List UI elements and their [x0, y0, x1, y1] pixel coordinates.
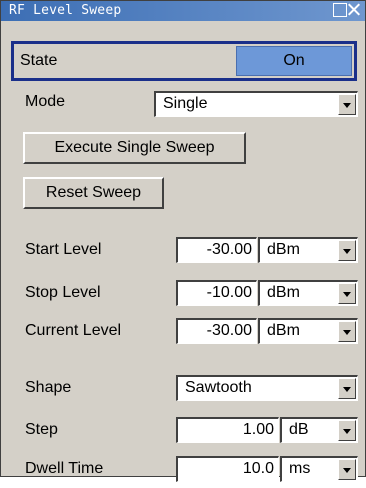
current-level-unit-select[interactable]: dBm — [258, 318, 358, 344]
dwell-time-unit-select[interactable]: ms — [280, 456, 358, 482]
step-unit: dB — [289, 421, 309, 438]
stop-level-unit-select[interactable]: dBm — [258, 280, 358, 306]
mode-value: Single — [163, 95, 208, 112]
start-level-unit-select[interactable]: dBm — [258, 237, 358, 263]
title-bar[interactable]: RF Level Sweep — [1, 1, 365, 21]
shape-select[interactable]: Sawtooth — [176, 375, 358, 401]
state-label: State — [20, 52, 58, 69]
state-row: State On — [11, 41, 357, 81]
step-unit-select[interactable]: dB — [280, 417, 358, 443]
close-icon[interactable] — [348, 3, 362, 17]
step-label: Step — [25, 421, 58, 438]
rf-level-sweep-window: RF Level Sweep State On Mode Single Exec… — [0, 0, 366, 482]
chevron-down-icon[interactable] — [338, 321, 356, 342]
window-title: RF Level Sweep — [9, 3, 122, 18]
reset-sweep-button[interactable]: Reset Sweep — [23, 177, 164, 209]
stop-level-input[interactable]: -10.00 — [176, 280, 257, 306]
dwell-time-unit: ms — [289, 460, 311, 477]
dwell-time-label: Dwell Time — [25, 460, 104, 477]
dwell-time-input[interactable]: 10.0 — [176, 456, 279, 482]
maximize-icon[interactable] — [333, 3, 347, 17]
start-level-label: Start Level — [25, 241, 102, 258]
chevron-down-icon[interactable] — [338, 240, 356, 261]
chevron-down-icon[interactable] — [338, 420, 356, 441]
start-level-input[interactable]: -30.00 — [176, 237, 257, 263]
current-level-label: Current Level — [25, 322, 122, 339]
step-input[interactable]: 1.00 — [176, 417, 279, 443]
chevron-down-icon[interactable] — [338, 459, 356, 480]
shape-label: Shape — [25, 379, 72, 396]
execute-single-sweep-button[interactable]: Execute Single Sweep — [23, 132, 246, 164]
stop-level-label: Stop Level — [25, 284, 101, 301]
current-level-input[interactable]: -30.00 — [176, 318, 257, 344]
chevron-down-icon[interactable] — [338, 283, 356, 304]
chevron-down-icon[interactable] — [338, 378, 356, 399]
mode-label: Mode — [25, 93, 66, 110]
start-level-unit: dBm — [267, 241, 300, 258]
current-level-unit: dBm — [267, 322, 300, 339]
state-toggle-button[interactable]: On — [236, 46, 352, 76]
mode-select[interactable]: Single — [154, 91, 358, 117]
stop-level-unit: dBm — [267, 284, 300, 301]
chevron-down-icon[interactable] — [338, 94, 356, 115]
shape-value: Sawtooth — [185, 379, 252, 396]
